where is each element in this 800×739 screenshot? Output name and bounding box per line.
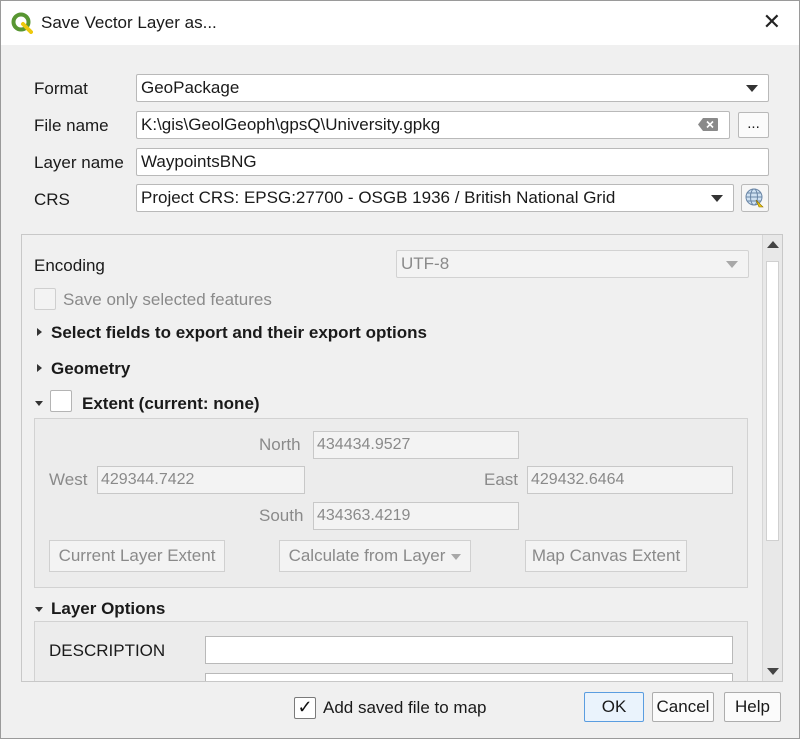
encoding-label: Encoding <box>34 256 105 275</box>
browse-button[interactable]: ... <box>738 112 769 138</box>
geometry-section-header[interactable]: Geometry <box>51 359 130 379</box>
scroll-down-icon[interactable] <box>767 668 779 675</box>
collapse-extent-icon[interactable] <box>35 401 43 406</box>
filename-value: K:\gis\GeolGeoph\gpsQ\University.gpkg <box>141 115 441 134</box>
expand-fields-icon[interactable] <box>37 328 42 336</box>
south-label: South <box>259 506 304 525</box>
crs-selector-globe-icon[interactable] <box>741 184 769 212</box>
crs-select[interactable]: Project CRS: EPSG:27700 - OSGB 1936 / Br… <box>136 184 734 212</box>
chevron-down-icon <box>711 195 723 202</box>
add-to-map-label: Add saved file to map <box>323 698 487 717</box>
south-field[interactable]: 434363.4219 <box>313 502 519 530</box>
extent-checkbox[interactable] <box>50 390 72 412</box>
add-to-map-checkbox[interactable]: ✓ <box>294 697 316 719</box>
calculate-from-layer-label: Calculate from Layer <box>288 546 446 565</box>
east-field[interactable]: 429432.6464 <box>527 466 733 494</box>
save-selected-label: Save only selected features <box>63 290 272 309</box>
vertical-scrollbar[interactable] <box>762 235 782 681</box>
description-label: DESCRIPTION <box>49 641 166 660</box>
encoding-value: UTF-8 <box>401 254 450 273</box>
crs-label: CRS <box>34 190 70 209</box>
layername-input[interactable]: WaypointsBNG <box>136 148 769 176</box>
west-field[interactable]: 429344.7422 <box>97 466 305 494</box>
layer-options-group: DESCRIPTION <box>34 621 748 681</box>
next-option-input[interactable] <box>205 673 733 681</box>
window-title: Save Vector Layer as... <box>41 13 217 32</box>
ok-button[interactable]: OK <box>584 692 644 722</box>
calculate-from-layer-button[interactable]: Calculate from Layer <box>279 540 471 572</box>
close-icon[interactable]: ✕ <box>763 9 781 35</box>
crs-value: Project CRS: EPSG:27700 - OSGB 1936 / Br… <box>141 188 616 207</box>
title-bar: Save Vector Layer as... ✕ <box>1 1 799 45</box>
chevron-down-icon <box>451 553 462 560</box>
map-canvas-extent-label: Map Canvas Extent <box>531 546 681 565</box>
scroll-thumb[interactable] <box>766 261 779 541</box>
north-label: North <box>259 435 301 454</box>
chevron-down-icon <box>746 85 758 92</box>
current-layer-extent-button[interactable]: Current Layer Extent <box>49 540 225 572</box>
format-label: Format <box>34 79 88 98</box>
format-select[interactable]: GeoPackage <box>136 74 769 102</box>
west-label: West <box>49 470 88 489</box>
filename-label: File name <box>34 116 109 135</box>
format-value: GeoPackage <box>141 78 240 97</box>
help-button[interactable]: Help <box>724 692 781 722</box>
collapse-layer-options-icon[interactable] <box>35 607 43 612</box>
layername-label: Layer name <box>34 153 124 172</box>
encoding-select[interactable]: UTF-8 <box>396 250 749 278</box>
cancel-button[interactable]: Cancel <box>652 692 714 722</box>
description-input[interactable] <box>205 636 733 664</box>
save-vector-layer-dialog: Save Vector Layer as... ✕ Format GeoPack… <box>0 0 800 739</box>
layer-options-section-header[interactable]: Layer Options <box>51 599 165 619</box>
extent-section-header[interactable]: Extent (current: none) <box>82 394 260 414</box>
fields-section-header[interactable]: Select fields to export and their export… <box>51 323 427 343</box>
east-label: East <box>484 470 519 489</box>
save-selected-checkbox[interactable] <box>34 288 56 310</box>
options-scroll-area[interactable]: Encoding UTF-8 Save only selected featur… <box>21 234 783 682</box>
clear-icon[interactable] <box>698 118 718 131</box>
scroll-up-icon[interactable] <box>767 241 779 248</box>
current-layer-extent-label: Current Layer Extent <box>58 546 216 565</box>
north-field[interactable]: 434434.9527 <box>313 431 519 459</box>
qgis-logo-icon <box>11 12 33 34</box>
map-canvas-extent-button[interactable]: Map Canvas Extent <box>525 540 687 572</box>
extent-group: North 434434.9527 West 429344.7422 East … <box>34 418 748 588</box>
chevron-down-icon <box>726 261 738 268</box>
expand-geometry-icon[interactable] <box>37 364 42 372</box>
filename-input[interactable]: K:\gis\GeolGeoph\gpsQ\University.gpkg <box>136 111 730 139</box>
layername-value: WaypointsBNG <box>141 152 257 171</box>
